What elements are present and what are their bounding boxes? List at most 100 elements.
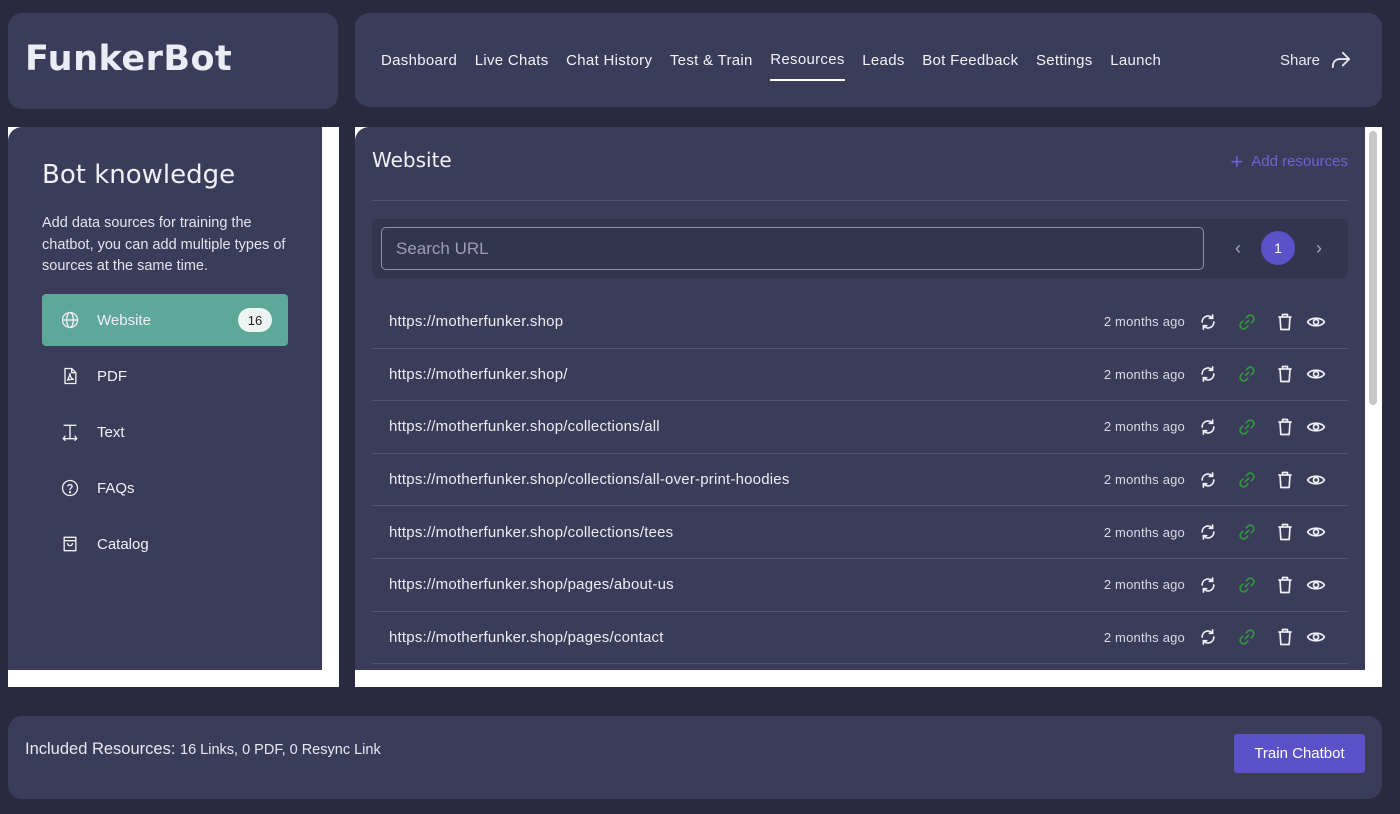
url-list: https://motherfunker.shop 2 months ago h… xyxy=(372,296,1348,665)
link-icon[interactable] xyxy=(1237,627,1257,647)
main-frame: Website + Add resources ‹ 1 › https://mo… xyxy=(355,127,1382,687)
search-url-input[interactable] xyxy=(381,227,1204,270)
website-panel: Website + Add resources ‹ 1 › https://mo… xyxy=(355,127,1365,670)
plus-icon: + xyxy=(1230,148,1244,174)
footer-panel: Included Resources: 16 Links, 0 PDF, 0 R… xyxy=(8,716,1382,799)
source-pdf[interactable]: PDF xyxy=(42,350,288,402)
eye-icon[interactable] xyxy=(1306,312,1326,332)
globe-icon xyxy=(61,311,79,329)
link-icon[interactable] xyxy=(1237,470,1257,490)
eye-icon[interactable] xyxy=(1306,364,1326,384)
row-time: 2 months ago xyxy=(1103,577,1185,593)
sync-icon[interactable] xyxy=(1198,312,1218,332)
eye-icon[interactable] xyxy=(1306,627,1326,647)
add-resources-label: Add resources xyxy=(1251,153,1348,170)
scrollbar-thumb[interactable] xyxy=(1369,131,1377,405)
sidebar-frame: Bot knowledge Add data sources for train… xyxy=(8,127,339,687)
eye-icon[interactable] xyxy=(1306,575,1326,595)
row-url[interactable]: https://motherfunker.shop/collections/al… xyxy=(389,418,660,435)
source-faqs[interactable]: FAQs xyxy=(42,462,288,514)
chevron-left-icon[interactable]: ‹ xyxy=(1223,233,1253,263)
source-text[interactable]: Text xyxy=(42,406,288,458)
website-count-badge: 16 xyxy=(238,308,272,332)
source-list: Website 16 PDF Text FAQs Catalog xyxy=(42,294,288,574)
scrollbar-track[interactable] xyxy=(1365,127,1382,670)
eye-icon[interactable] xyxy=(1306,417,1326,437)
question-circle-icon xyxy=(61,479,79,497)
table-row: https://motherfunker.shop/ 2 months ago xyxy=(372,349,1348,402)
row-time: 2 months ago xyxy=(1103,366,1185,382)
row-url[interactable]: https://motherfunker.shop/collections/te… xyxy=(389,524,673,541)
sidebar-description: Add data sources for training the chatbo… xyxy=(42,215,286,274)
link-icon[interactable] xyxy=(1237,312,1257,332)
chevron-right-icon[interactable]: › xyxy=(1304,233,1334,263)
link-icon[interactable] xyxy=(1237,417,1257,437)
eye-icon[interactable] xyxy=(1306,522,1326,542)
row-url[interactable]: https://motherfunker.shop/collections/al… xyxy=(389,471,790,488)
eye-icon[interactable] xyxy=(1306,470,1326,490)
nav-dashboard[interactable]: Dashboard xyxy=(381,13,457,107)
pagination-page-1[interactable]: 1 xyxy=(1261,231,1295,265)
row-time: 2 months ago xyxy=(1103,419,1185,435)
sync-icon[interactable] xyxy=(1198,470,1218,490)
trash-icon[interactable] xyxy=(1275,364,1295,384)
logo-panel: FunkerBot xyxy=(8,13,338,109)
row-time: 2 months ago xyxy=(1103,524,1185,540)
row-url[interactable]: https://motherfunker.shop/pages/contact xyxy=(389,629,664,646)
share-button[interactable]: Share xyxy=(1280,13,1352,107)
search-bar: ‹ 1 › xyxy=(372,219,1348,278)
nav-leads[interactable]: Leads xyxy=(862,13,904,107)
panel-title: Website xyxy=(372,148,452,172)
app-logo: FunkerBot xyxy=(25,39,233,79)
row-url[interactable]: https://motherfunker.shop/pages/about-us xyxy=(389,576,674,593)
table-row: https://motherfunker.shop/pages/contact … xyxy=(372,612,1348,665)
source-pdf-label: PDF xyxy=(97,367,127,385)
source-catalog-label: Catalog xyxy=(97,535,149,553)
sync-icon[interactable] xyxy=(1198,522,1218,542)
trash-icon[interactable] xyxy=(1275,417,1295,437)
sync-icon[interactable] xyxy=(1198,575,1218,595)
nav-test-train[interactable]: Test & Train xyxy=(670,13,753,107)
sync-icon[interactable] xyxy=(1198,364,1218,384)
row-url[interactable]: https://motherfunker.shop/ xyxy=(389,366,568,383)
trash-icon[interactable] xyxy=(1275,522,1295,542)
sidebar: Bot knowledge Add data sources for train… xyxy=(8,127,322,670)
pdf-file-icon xyxy=(64,367,77,385)
sidebar-title: Bot knowledge xyxy=(42,160,236,190)
row-url[interactable]: https://motherfunker.shop xyxy=(389,313,563,330)
link-icon[interactable] xyxy=(1237,364,1257,384)
source-text-label: Text xyxy=(97,423,125,441)
source-catalog[interactable]: Catalog xyxy=(42,518,288,570)
source-faqs-label: FAQs xyxy=(97,479,135,497)
table-row: https://motherfunker.shop/pages/about-us… xyxy=(372,559,1348,612)
train-chatbot-button[interactable]: Train Chatbot xyxy=(1234,734,1365,773)
nav-settings[interactable]: Settings xyxy=(1036,13,1093,107)
trash-icon[interactable] xyxy=(1275,470,1295,490)
sync-icon[interactable] xyxy=(1198,627,1218,647)
sync-icon[interactable] xyxy=(1198,417,1218,437)
row-time: 2 months ago xyxy=(1103,629,1185,645)
share-arrow-icon xyxy=(1331,51,1351,69)
top-nav-panel: Dashboard Live Chats Chat History Test &… xyxy=(355,13,1382,107)
add-resources-button[interactable]: + Add resources xyxy=(1230,148,1348,174)
row-time: 2 months ago xyxy=(1103,314,1185,330)
trash-icon[interactable] xyxy=(1275,312,1295,332)
nav-launch[interactable]: Launch xyxy=(1110,13,1161,107)
link-icon[interactable] xyxy=(1237,522,1257,542)
source-website-label: Website xyxy=(97,311,151,329)
included-resources-value: 16 Links, 0 PDF, 0 Resync Link xyxy=(180,742,381,758)
link-icon[interactable] xyxy=(1237,575,1257,595)
table-row: https://motherfunker.shop/collections/al… xyxy=(372,401,1348,454)
text-cursor-icon xyxy=(62,424,78,441)
row-time: 2 months ago xyxy=(1103,472,1185,488)
nav-live-chats[interactable]: Live Chats xyxy=(475,13,549,107)
trash-icon[interactable] xyxy=(1275,627,1295,647)
main-nav: Dashboard Live Chats Chat History Test &… xyxy=(381,13,1179,107)
nav-chat-history[interactable]: Chat History xyxy=(566,13,652,107)
nav-bot-feedback[interactable]: Bot Feedback xyxy=(922,13,1018,107)
trash-icon[interactable] xyxy=(1275,575,1295,595)
table-row: https://motherfunker.shop/collections/al… xyxy=(372,454,1348,507)
source-website[interactable]: Website 16 xyxy=(42,294,288,346)
table-row: https://motherfunker.shop 2 months ago xyxy=(372,296,1348,349)
nav-resources[interactable]: Resources xyxy=(770,12,846,106)
